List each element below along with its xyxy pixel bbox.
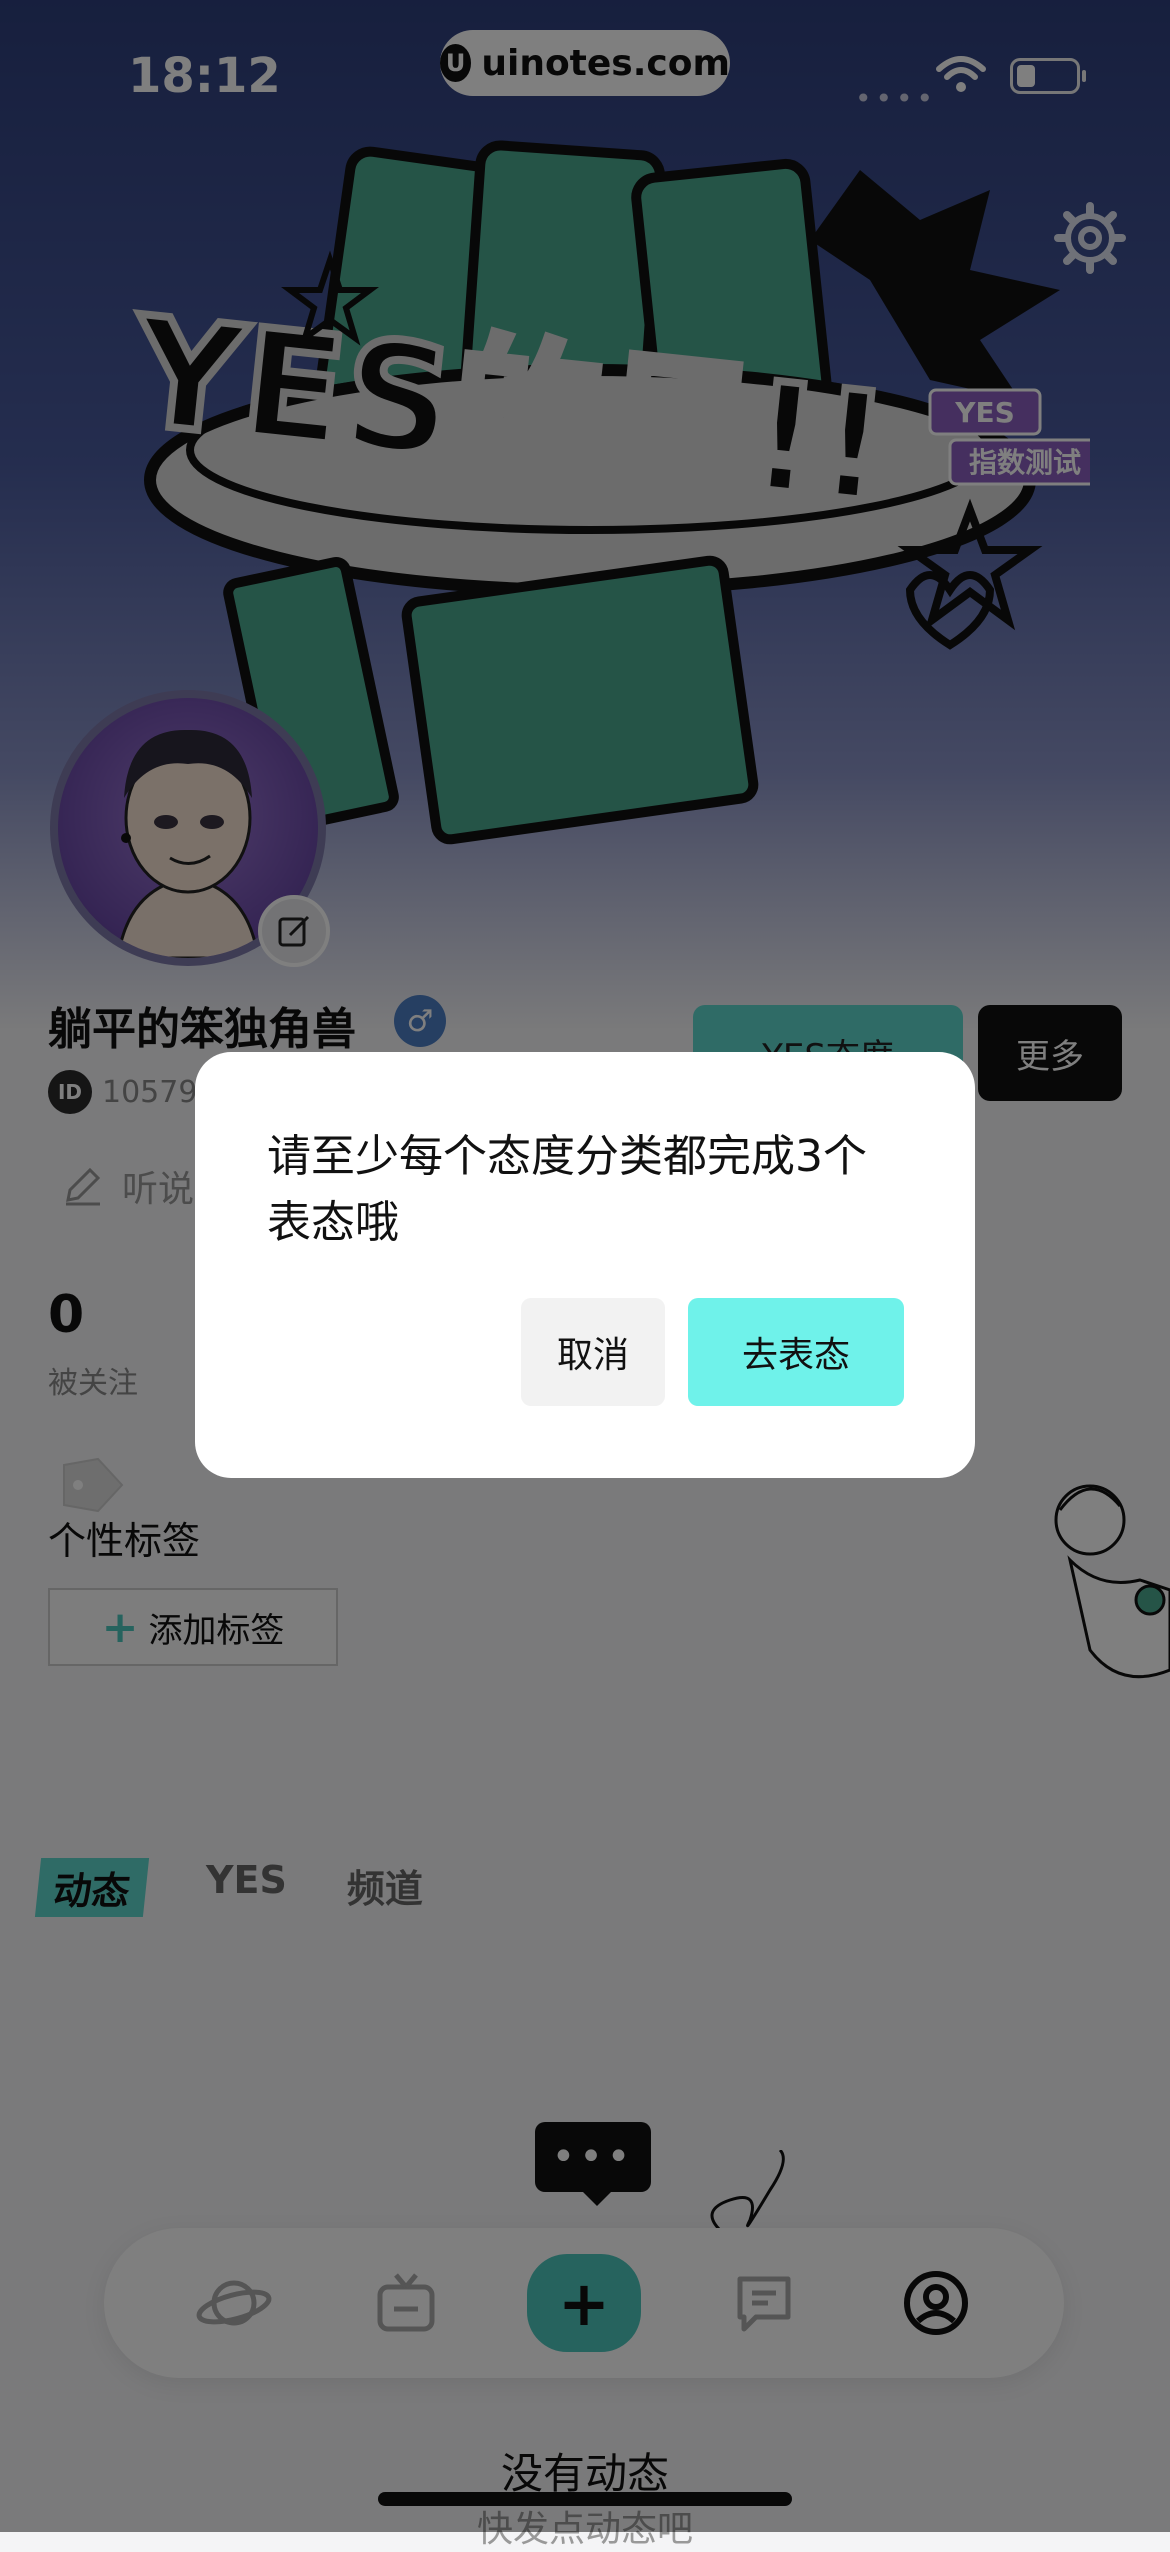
go-express-button[interactable]: 去表态 <box>688 1298 904 1406</box>
dialog-message: 请至少每个态度分类都完成3个表态哦 <box>267 1131 867 1248</box>
cancel-button[interactable]: 取消 <box>521 1298 665 1406</box>
profile-page: 18:12 U uinotes.com •••• YES的 <box>0 0 1170 2550</box>
alert-dialog: 请至少每个态度分类都完成3个表态哦 取消 去表态 <box>195 1052 975 1478</box>
